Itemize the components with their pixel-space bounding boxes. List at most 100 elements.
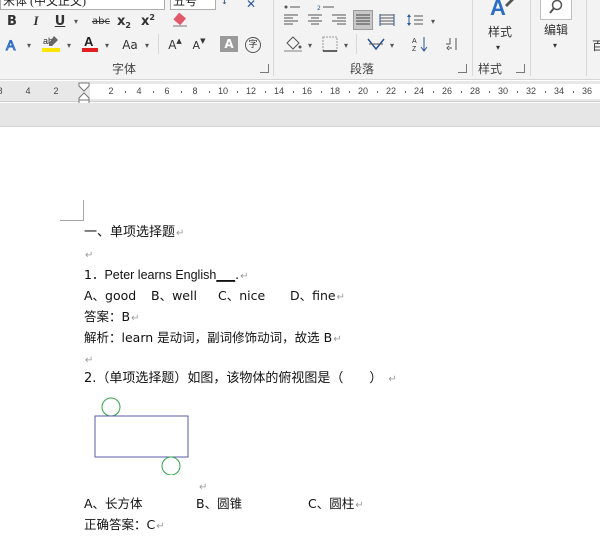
svg-text:A: A [412,38,417,45]
chevron-down-icon[interactable]: ▾ [553,38,557,54]
change-case-button[interactable]: Aa [119,36,141,54]
chevron-down-icon: ▾ [26,40,31,50]
font-size-combo[interactable]: 五号 [170,0,216,10]
shading-dropdown[interactable]: ▾ [304,36,314,54]
paragraph-mark-icon: ↵ [240,271,249,282]
q1-answer: 答案：B↵ [84,308,139,328]
italic-button[interactable]: I [28,12,44,30]
ruler-tick-label: 30 [497,86,508,96]
change-case-dropdown[interactable]: ▾ [141,36,151,54]
line-spacing-dropdown[interactable]: ▾ [427,12,437,30]
ruler-tick-label: 2 [108,86,114,96]
ruler-tick-dot [433,91,434,93]
q1-analysis: 解析：learn 是动词，副词修饰动词，故选 B↵ [84,329,342,349]
search-icon [549,0,563,14]
styles-group-label: 样式 [478,62,503,76]
ruler-tick-dot [321,91,322,93]
underline-button[interactable]: U [52,12,68,30]
q2-figure[interactable] [90,395,190,475]
font-divider [158,34,159,54]
chevron-down-icon: ▾ [307,40,312,50]
q1-options: A、good B、well C、nice D、fine↵ [84,287,345,307]
chevron-down-icon[interactable]: ▾ [496,40,500,56]
ruler-tick-label: 14 [273,86,284,96]
ribbon-separator [472,0,473,76]
highlighter-icon: ab [42,36,60,52]
bold-button[interactable]: B [4,12,20,30]
paragraph-mark-icon: ↵ [176,228,185,239]
ruler-tick-dot [209,91,210,93]
ruler-tick-dot [377,91,378,93]
ruler-tick-dot [349,91,350,93]
align-right-button[interactable] [330,11,348,29]
partial-ribbon-label: 百 [592,38,600,54]
ruler-tick-dot [181,91,182,93]
chevron-down-icon: ▾ [389,40,394,50]
enclose-char-button[interactable]: 字 [244,36,262,54]
borders-dropdown[interactable]: ▾ [340,36,350,54]
shrink-font-button[interactable]: A ▼ [189,36,209,54]
font-group-label: 字体 [112,62,137,76]
highlight-button[interactable]: ab [40,34,62,52]
underline-dropdown[interactable]: ▾ [70,12,80,30]
eraser-icon [173,12,187,27]
chevron-down-icon: ▾ [73,16,78,26]
grow-font-button[interactable]: A ▲ [165,36,185,54]
text-effects-dropdown[interactable]: ▾ [23,36,33,54]
chinese-layout-dropdown[interactable]: ▾ [386,36,396,54]
q2-option-c: C、圆柱 [308,496,355,511]
sort-button[interactable]: AZ [410,35,430,53]
paragraph-mark-icon: ↵ [85,355,94,366]
align-left-button[interactable] [282,11,300,29]
align-center-button[interactable] [306,11,324,29]
font-name-value: 宋体 (中文正文) [3,0,86,8]
borders-button[interactable] [320,35,340,53]
ruler-tick-label: 34 [553,86,564,96]
font-color-icon: A [82,34,98,52]
char-shading-button[interactable]: A [220,36,238,52]
enclose-char-icon: 字 [245,37,261,53]
paragraph-dialog-launcher[interactable] [458,64,467,73]
paragraph-mark-icon: ↵ [156,521,165,532]
ruler-tick-label: 2 [53,86,59,96]
paragraph-mark-icon: ↵ [199,482,208,493]
clear-formatting-small-icon[interactable]: ✕ [246,0,256,12]
paragraph-mark-icon [446,38,457,51]
ruler-tick-dot [517,91,518,93]
ruler-tick-dot [573,91,574,93]
distributed-button[interactable] [378,11,396,29]
svg-text:A: A [84,34,94,49]
ruler-tick-label: 24 [413,86,424,96]
paragraph-mark-icon: ↵ [131,313,140,324]
show-marks-button[interactable] [442,35,462,53]
q1-analysis-text: 解析：learn 是动词，副词修饰动词，故选 B [84,330,333,345]
chinese-layout-button[interactable] [365,35,387,53]
font-color-dropdown[interactable]: ▾ [101,36,111,54]
justify-button[interactable] [353,10,373,30]
page-margin-mark [60,200,84,221]
text-effects-button[interactable]: A [4,36,22,54]
styles-dialog-launcher[interactable] [516,64,525,73]
ruler-tick-label: 4 [136,86,142,96]
font-color-button[interactable]: A [80,34,100,52]
subscript-icon: x [117,13,126,29]
ruler-tick-dot [405,91,406,93]
q2-option-b: B、圆锥 [196,496,243,511]
page-gap [0,103,600,127]
ruler-tick-label: 12 [245,86,256,96]
subscript-button[interactable]: x2 [116,12,132,30]
font-dialog-launcher[interactable] [260,64,269,73]
font-name-combo[interactable]: 宋体 (中文正文) [0,0,165,10]
styles-gallery-button[interactable]: A [480,0,520,24]
ruler-tick-label: 8 [0,86,10,96]
clear-formatting-button[interactable] [170,11,190,29]
font-size-dropdown-icon[interactable]: ꜜ [222,0,227,12]
superscript-button[interactable]: x2 [140,12,156,30]
highlight-dropdown[interactable]: ▾ [63,36,73,54]
line-spacing-button[interactable] [405,11,425,29]
shading-button[interactable] [282,35,304,53]
find-button[interactable] [540,0,572,20]
strikethrough-button[interactable]: abc [90,12,112,30]
horizontal-ruler[interactable]: 84224681012141618202224262830323436 [0,81,600,102]
figure-circle-bottom [161,456,181,475]
